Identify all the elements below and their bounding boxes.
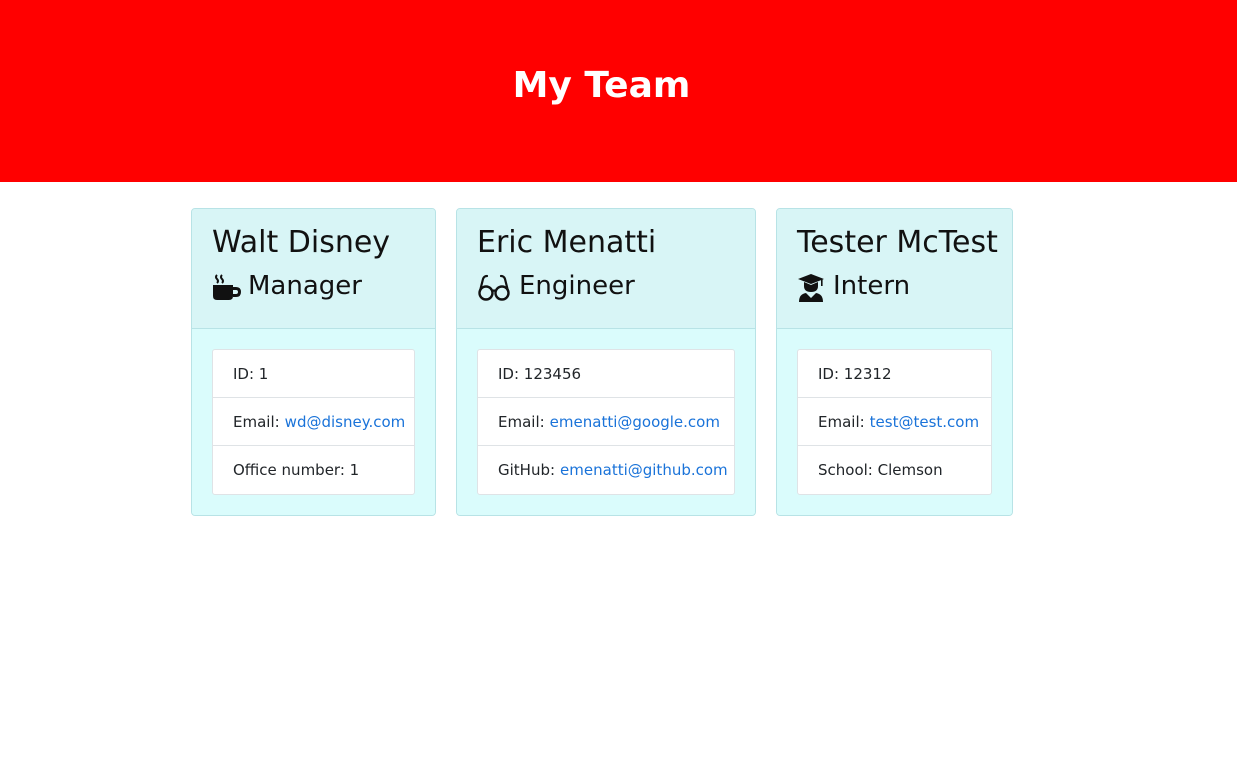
card-header: Eric Menatti Engineer: [457, 209, 755, 329]
email-prefix: Email:: [498, 412, 545, 431]
glasses-icon: [477, 271, 511, 301]
info-list: ID: 12312 Email: test@test.com School: C…: [797, 349, 992, 495]
role-label: Engineer: [519, 271, 635, 301]
employee-name: Eric Menatti: [477, 225, 657, 260]
card-body: ID: 1 Email: wd@disney.com Office number…: [192, 329, 435, 515]
employee-role: Engineer: [477, 268, 755, 304]
graduate-icon: [797, 271, 825, 302]
employee-role: Manager: [212, 268, 435, 304]
id-item: ID: 123456: [478, 350, 734, 398]
email-link[interactable]: wd@disney.com: [285, 413, 406, 431]
id-item: ID: 12312: [798, 350, 991, 398]
page-title: My Team: [512, 65, 691, 106]
email-prefix: Email:: [818, 412, 865, 431]
team-cards: Walt Disney Manager ID: 1 Email: wd@disn…: [0, 208, 1237, 528]
email-link[interactable]: test@test.com: [870, 413, 979, 431]
card-header: Tester McTest Intern: [777, 209, 1012, 329]
email-item: Email: test@test.com: [798, 398, 991, 446]
github-link[interactable]: emenatti@github.com: [560, 461, 728, 479]
email-link[interactable]: emenatti@google.com: [550, 413, 720, 431]
github-prefix: GitHub:: [498, 461, 556, 479]
employee-name: Tester McTest: [797, 225, 998, 260]
card-header: Walt Disney Manager: [192, 209, 435, 329]
email-item: Email: wd@disney.com: [213, 398, 414, 446]
page-header: My Team: [0, 0, 1237, 182]
role-label: Intern: [833, 271, 911, 301]
github-item: GitHub: emenatti@github.com: [478, 446, 734, 494]
employee-name: Walt Disney: [212, 225, 391, 260]
office-number-item: Office number: 1: [233, 461, 360, 479]
employee-card-intern: Tester McTest Intern ID: 12312 Email: te…: [776, 208, 1013, 516]
email-item: Email: emenatti@google.com: [478, 398, 734, 446]
employee-card-engineer: Eric Menatti Engineer ID: 123456 Email: …: [456, 208, 756, 516]
id-item: ID: 1: [213, 350, 414, 398]
card-body: ID: 123456 Email: emenatti@google.com Gi…: [457, 329, 755, 515]
role-label: Manager: [248, 271, 362, 301]
info-list: ID: 1 Email: wd@disney.com Office number…: [212, 349, 415, 495]
info-list: ID: 123456 Email: emenatti@google.com Gi…: [477, 349, 735, 495]
employee-card-manager: Walt Disney Manager ID: 1 Email: wd@disn…: [191, 208, 436, 516]
school-item: School: Clemson: [818, 461, 943, 479]
email-prefix: Email:: [233, 412, 280, 431]
mug-icon: [212, 271, 241, 301]
card-body: ID: 12312 Email: test@test.com School: C…: [777, 329, 1012, 515]
employee-role: Intern: [797, 268, 1012, 304]
